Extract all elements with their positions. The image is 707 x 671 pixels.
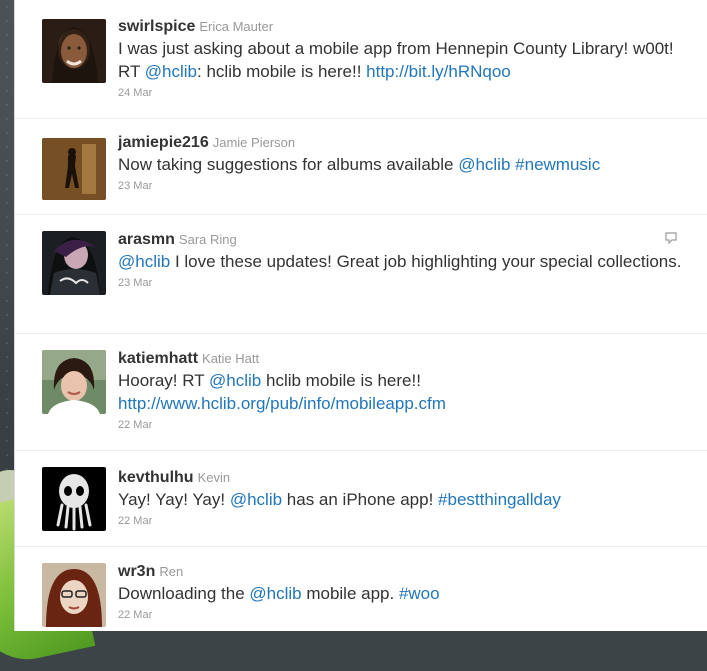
tweet[interactable]: swirlspice Erica Mauter I was just asking…	[15, 0, 707, 119]
tweet-text-segment: Yay! Yay! Yay!	[118, 490, 230, 509]
full-name: Sara Ring	[178, 232, 237, 247]
avatar[interactable]	[42, 19, 106, 83]
mention-link[interactable]: @hclib	[118, 252, 170, 271]
twitter-timeline: swirlspice Erica Mauter I was just asking…	[14, 0, 707, 631]
tweet[interactable]: arasmn Sara Ring @hclib I love these upda…	[15, 214, 707, 334]
screen-name[interactable]: jamiepie216	[118, 134, 209, 151]
hashtag-link[interactable]: #newmusic	[515, 155, 600, 174]
timestamp[interactable]: 22 Mar	[118, 514, 690, 528]
mention-link[interactable]: @hclib	[249, 584, 301, 603]
tweet-text-segment: Downloading the	[118, 584, 250, 603]
url-link[interactable]: http://www.hclib.org/pub/info/mobileapp.…	[118, 394, 446, 413]
tweet-text-segment: Hooray! RT	[118, 371, 210, 390]
tweet-text: Hooray! RT @hclib hclib mobile is here!!…	[118, 369, 690, 415]
screen-name[interactable]: swirlspice	[118, 18, 195, 35]
avatar[interactable]	[42, 138, 106, 200]
tweet-text: Yay! Yay! Yay! @hclib has an iPhone app!…	[118, 488, 690, 511]
screen-name[interactable]: katiemhatt	[118, 350, 198, 367]
mention-link[interactable]: @hclib	[458, 155, 510, 174]
avatar-image	[42, 350, 106, 414]
avatar-image	[42, 563, 106, 627]
mention-link[interactable]: @hclib	[230, 490, 282, 509]
tweet[interactable]: jamiepie216 Jamie Pierson Now taking sugg…	[15, 118, 707, 215]
tweet[interactable]: wr3n Ren Downloading the @hclib mobile ap…	[15, 546, 707, 631]
tweet-text: @hclib I love these updates! Great job h…	[118, 250, 690, 273]
avatar-image	[42, 231, 106, 295]
avatar[interactable]	[42, 231, 106, 295]
timestamp[interactable]: 22 Mar	[118, 418, 690, 432]
url-link[interactable]: http://bit.ly/hRNqoo	[366, 62, 511, 81]
timestamp[interactable]: 23 Mar	[118, 179, 690, 193]
avatar[interactable]	[42, 563, 106, 627]
full-name: Kevin	[197, 470, 231, 485]
hashtag-link[interactable]: #bestthingallday	[438, 490, 561, 509]
screen-name[interactable]: wr3n	[118, 563, 155, 580]
tweet-text: Downloading the @hclib mobile app. #woo	[118, 582, 690, 605]
avatar[interactable]	[42, 467, 106, 531]
reply-icon[interactable]	[664, 231, 678, 245]
timestamp[interactable]: 24 Mar	[118, 86, 690, 100]
tweet-text-segment: hclib mobile is here!!	[261, 371, 421, 390]
full-name: Ren	[159, 564, 184, 579]
tweet-text: I was just asking about a mobile app fro…	[118, 37, 690, 83]
timestamp[interactable]: 22 Mar	[118, 608, 690, 622]
screen-name[interactable]: kevthulhu	[118, 469, 194, 486]
tweet-text: Now taking suggestions for albums availa…	[118, 153, 690, 176]
avatar[interactable]	[42, 350, 106, 414]
tweet-text-segment: : hclib mobile is here!!	[197, 62, 367, 81]
full-name: Erica Mauter	[199, 19, 274, 34]
screen-name[interactable]: arasmn	[118, 231, 175, 248]
tweet-text-segment: has an iPhone app!	[282, 490, 439, 509]
tweet[interactable]: kevthulhu Kevin Yay! Yay! Yay! @hclib has…	[15, 450, 707, 547]
mention-link[interactable]: @hclib	[209, 371, 261, 390]
avatar-image	[42, 138, 106, 200]
full-name: Jamie Pierson	[212, 135, 296, 150]
tweet-text-segment: mobile app.	[301, 584, 399, 603]
hashtag-link[interactable]: #woo	[399, 584, 440, 603]
avatar-image	[42, 467, 106, 531]
tweet-text-segment: I love these updates! Great job highligh…	[170, 252, 682, 271]
avatar-image	[42, 19, 106, 83]
mention-link[interactable]: @hclib	[145, 62, 197, 81]
full-name: Katie Hatt	[202, 351, 260, 366]
tweet-text-segment: Now taking suggestions for albums availa…	[118, 155, 459, 174]
tweet[interactable]: katiemhatt Katie Hatt Hooray! RT @hclib h…	[15, 333, 707, 451]
timestamp[interactable]: 23 Mar	[118, 276, 690, 290]
